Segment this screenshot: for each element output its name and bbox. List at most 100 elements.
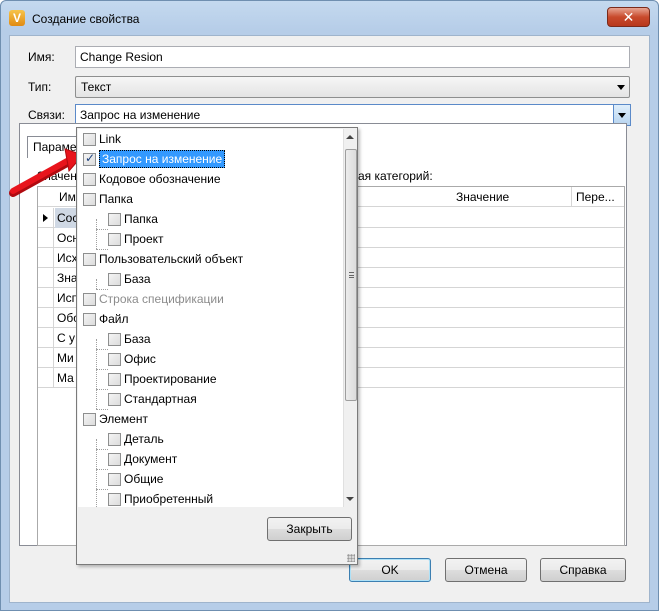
type-select[interactable]: Текст [75,76,630,98]
tree-item-checkbox[interactable] [108,273,121,286]
tree-item-checkbox[interactable] [108,233,121,246]
row-header [38,328,54,348]
tree-item-label: Документ [124,452,178,466]
tree-item-label: Пользовательский объект [99,252,244,266]
tree-connector [96,219,97,249]
tree-item-checkbox[interactable] [83,193,96,206]
scroll-up-icon[interactable] [346,135,354,139]
resize-grip-icon[interactable] [347,554,355,562]
window-title: Создание свойства [32,12,140,26]
tree-item[interactable]: Проект [108,229,338,249]
scroll-down-icon[interactable] [346,497,354,501]
tree-scrollbar[interactable] [343,129,357,507]
chevron-down-icon [618,113,626,118]
tree-item[interactable]: Офис [108,349,338,369]
tree-item-checkbox[interactable] [108,393,121,406]
tree-item-checkbox[interactable] [108,333,121,346]
current-row-icon [43,214,48,222]
links-label: Связи: [28,108,65,122]
tree-connector [96,469,108,470]
tree-connector [96,349,108,350]
app-logo-icon: V [9,10,25,26]
tree-item-checkbox[interactable] [83,293,96,306]
tree-item[interactable]: Элемент [83,409,338,429]
tree-item[interactable]: База [108,329,338,349]
tree-item-checkbox[interactable] [108,493,121,506]
tree-item[interactable]: Папка [83,189,338,209]
name-field[interactable]: Change Resion [75,46,630,68]
tree-item-checkbox[interactable] [108,353,121,366]
tree-item[interactable]: База [108,269,338,289]
cancel-button[interactable]: Отмена [445,558,527,582]
tree-item-label: Стандартная [124,392,197,406]
grip-icon [349,272,354,278]
tree-item-label: Файл [99,312,129,326]
tree-item-label: Проектирование [124,372,217,386]
row-header [38,228,54,248]
tree-item[interactable]: Стандартная [108,389,338,409]
chevron-down-icon [617,85,625,90]
tree-item-checkbox[interactable] [83,173,96,186]
tree-item-checkbox[interactable] [108,433,121,446]
tree-item[interactable]: Приобретенный [108,489,338,507]
tree-item-label: Link [99,132,122,146]
name-label: Имя: [28,50,55,64]
tree-item-label: Папка [99,192,133,206]
tree-item-checkbox[interactable] [83,413,96,426]
tree-item-checkbox[interactable] [108,213,121,226]
tree-item[interactable]: Деталь [108,429,338,449]
row-header [38,268,54,288]
row-header [38,248,54,268]
title-bar[interactable]: V Создание свойства ✕ [1,1,658,35]
tree-item[interactable]: Файл [83,309,338,329]
panel-caption-right: ая категорий: [358,169,433,183]
links-dropdown-button[interactable] [613,105,630,125]
tree-item[interactable]: Проектирование [108,369,338,389]
tree-item-checkbox[interactable] [83,151,96,166]
row-header [38,368,54,388]
column-header-value[interactable]: Значение [452,187,572,207]
tree-item-label: Приобретенный [124,492,214,506]
scroll-thumb[interactable] [345,149,357,401]
tree-item-checkbox[interactable] [83,253,96,266]
tree-item-checkbox[interactable] [108,373,121,386]
tree-item[interactable]: Папка [108,209,338,229]
links-dropdown-popup: Link Запрос на изменение Кодовое обозначен… [76,127,358,565]
help-button[interactable]: Справка [540,558,626,582]
tree-item-label: Элемент [99,412,148,426]
tree-item-label: Папка [124,212,158,226]
tree-item[interactable]: Пользовательский объект [83,249,338,269]
tree-item[interactable]: Кодовое обозначение [83,169,338,189]
tree-item-label: База [124,272,151,286]
tree-item-checkbox[interactable] [83,133,96,146]
tree-connector [96,449,108,450]
dialog-window: V Создание свойства ✕ Имя: Change Resion… [0,0,659,611]
tree-item[interactable]: Документ [108,449,338,469]
tree-item[interactable]: Общие [108,469,338,489]
tree-item-label: База [124,332,151,346]
tree-connector [96,489,108,490]
links-tree: Link Запрос на изменение Кодовое обозначен… [78,129,343,507]
tree-item-label: Офис [124,352,156,366]
tree-item-checkbox[interactable] [83,313,96,326]
tree-item-label: Запрос на изменение [99,150,226,168]
tree-item-checkbox[interactable] [108,473,121,486]
ok-button[interactable]: OK [349,558,431,582]
row-header [38,208,54,228]
type-select-value: Текст [81,80,112,94]
close-button[interactable]: ✕ [607,7,650,27]
row-header [38,308,54,328]
close-popup-button[interactable]: Закрыть [267,517,352,541]
tree-item-checkbox[interactable] [108,453,121,466]
tree-item[interactable]: Запрос на изменение [83,149,338,169]
tree-connector [96,229,108,230]
tree-connector [96,369,108,370]
row-header [38,288,54,308]
tree-item[interactable]: Link [83,129,338,149]
tree-item-label: Строка спецификации [99,292,224,306]
tree-item-label: Общие [124,472,164,486]
tree-item-label: Деталь [124,432,164,446]
tree-item[interactable]: Строка спецификации [83,289,338,309]
type-label: Тип: [28,80,52,94]
column-header-override[interactable]: Пере... [572,187,624,207]
